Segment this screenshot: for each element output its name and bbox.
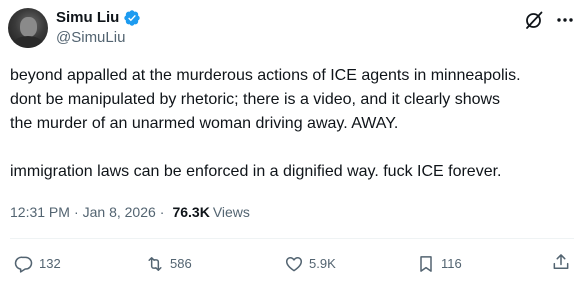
reply-icon [14,256,33,273]
avatar-face [20,17,37,37]
avatar[interactable] [8,8,48,48]
grok-icon[interactable] [524,10,544,30]
bookmark-button[interactable]: 116 [416,252,462,276]
tweet-time[interactable]: 12:31 PM [10,202,70,222]
tweet-card: Simu Liu @SimuLiu beyond appalled at the… [0,0,584,299]
tweet-text: beyond appalled at the murderous actions… [10,64,580,184]
meta-separator: · [159,204,165,220]
bookmark-icon [420,256,432,272]
tweet-meta: 12:31 PM · Jan 8, 2026 · 76.3K Views [10,202,250,222]
verified-badge-icon[interactable] [123,9,141,27]
heart-icon [285,257,303,272]
repost-count: 586 [170,256,192,271]
like-button[interactable]: 5.9K [284,252,336,276]
action-bar: 132 586 5.9K 116 [0,252,584,276]
tweet-date[interactable]: Jan 8, 2026 [83,202,156,222]
views-label: Views [212,204,250,220]
avatar-shoulders [12,36,44,48]
meta-separator: · [73,204,79,220]
author-display-name[interactable]: Simu Liu [56,8,119,28]
more-icon[interactable] [554,9,576,31]
repost-icon [148,257,162,271]
tweet-text-line: immigration laws can be enforced in a di… [10,163,502,180]
tweet-text-line: beyond appalled at the murderous actions… [10,67,521,84]
bookmark-count: 116 [441,256,462,271]
like-count: 5.9K [309,256,336,271]
author-name-row: Simu Liu [56,8,141,28]
divider [10,238,574,239]
tweet-text-line: the murder of an unarmed woman driving a… [10,115,399,132]
reply-count: 132 [39,256,61,271]
views-count: 76.3K [172,204,210,220]
share-button[interactable] [551,252,571,272]
share-icon [553,254,569,269]
tweet-text-line: dont be manipulated by rhetoric; there i… [10,91,501,108]
repost-button[interactable]: 586 [145,252,192,276]
reply-button[interactable]: 132 [14,252,61,276]
author-handle[interactable]: @SimuLiu [56,28,125,48]
